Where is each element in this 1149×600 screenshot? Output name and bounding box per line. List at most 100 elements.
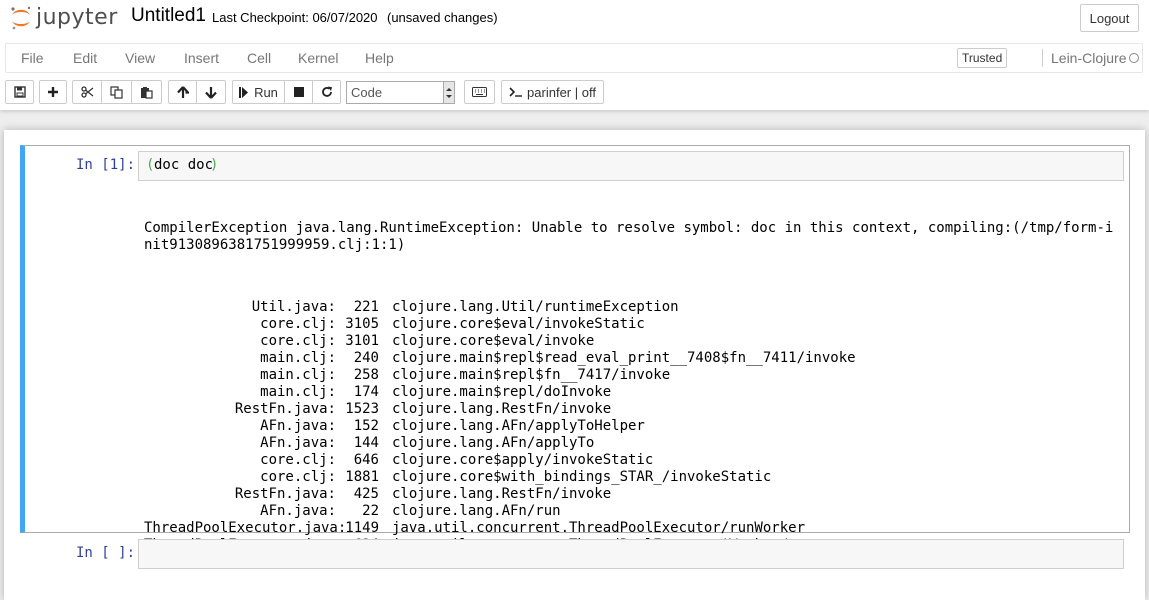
logo-text: jupyter xyxy=(36,4,118,30)
restart-button[interactable] xyxy=(312,80,341,104)
stack-trace-file: core.clj: xyxy=(260,316,336,332)
parinfer-toggle-button[interactable]: parinfer | off xyxy=(501,80,604,104)
kernel-name[interactable]: Lein-Clojure xyxy=(1051,50,1126,66)
insert-cell-button[interactable] xyxy=(39,80,67,104)
stack-trace-file: AFn.java: xyxy=(260,435,336,451)
logout-button[interactable]: Logout xyxy=(1080,4,1139,32)
move-up-button[interactable] xyxy=(168,80,197,104)
paste-button[interactable] xyxy=(131,80,162,104)
arrow-down-icon xyxy=(205,86,217,99)
stack-trace-row: AFn.java: 152 clojure.lang.AFn/applyToHelp… xyxy=(144,418,1124,435)
stack-trace-file: Util.java: xyxy=(251,299,336,315)
menu-help[interactable]: Help xyxy=(365,50,394,66)
stack-trace-method: clojure.main$repl/doInvoke xyxy=(392,384,612,400)
trusted-indicator[interactable]: Trusted xyxy=(957,48,1008,68)
stack-trace-line-number: 174 xyxy=(353,384,379,400)
parinfer-label: parinfer | off xyxy=(527,84,596,100)
stack-trace-row: AFn.java: 22 clojure.lang.AFn/run xyxy=(144,503,1124,520)
stack-trace-row: core.clj: 646 clojure.core$apply/invokeSta… xyxy=(144,452,1124,469)
stack-trace-line-number: 3101 xyxy=(345,333,379,349)
save-button[interactable] xyxy=(5,80,34,104)
last-checkpoint: Last Checkpoint: 06/07/2020 xyxy=(212,10,378,25)
stack-trace-file: AFn.java: xyxy=(260,503,336,519)
menubar: File Edit View Insert Cell Kernel Help T… xyxy=(5,43,1143,73)
stack-trace-file: AFn.java: xyxy=(260,418,336,434)
stack-trace-row: RestFn.java: 425 clojure.lang.RestFn/invok… xyxy=(144,486,1124,503)
stack-trace: Util.java: 221 clojure.lang.Util/runtimeEx… xyxy=(144,299,1124,571)
move-down-button[interactable] xyxy=(196,80,226,104)
cut-icon xyxy=(80,86,93,98)
stack-trace-line-number: 258 xyxy=(353,367,379,383)
stack-trace-file: main.clj: xyxy=(260,367,336,383)
save-icon xyxy=(13,86,26,98)
step-forward-icon xyxy=(239,86,249,98)
stack-trace-row: AFn.java: 144 clojure.lang.AFn/applyTo xyxy=(144,435,1124,452)
jupyter-logo-icon xyxy=(11,6,31,30)
divider xyxy=(1042,49,1043,67)
input-prompt: In [1]: xyxy=(76,157,136,173)
chevron-down-icon xyxy=(443,82,454,103)
menu-kernel[interactable]: Kernel xyxy=(298,50,338,66)
stack-trace-file: core.clj: xyxy=(260,333,336,349)
arrow-up-icon xyxy=(176,85,189,98)
error-message: CompilerException java.lang.RuntimeExcep… xyxy=(144,220,1114,253)
plus-icon xyxy=(48,87,58,97)
stack-trace-method: clojure.lang.AFn/applyToHelper xyxy=(392,418,645,434)
stop-icon xyxy=(293,87,304,97)
stack-trace-row: core.clj: 3101 clojure.core$eval/invoke xyxy=(144,333,1124,350)
cell-output: CompilerException java.lang.RuntimeExcep… xyxy=(144,186,1124,588)
jupyter-logo[interactable]: jupyter xyxy=(9,3,118,33)
menu-insert[interactable]: Insert xyxy=(184,50,219,66)
code-close-paren: ) xyxy=(210,157,219,173)
copy-button[interactable] xyxy=(101,80,132,104)
stack-trace-line-number: 3105 xyxy=(345,316,379,332)
notebook-name[interactable]: Untitled1 xyxy=(131,5,206,27)
stack-trace-line-number: 152 xyxy=(353,418,379,434)
stack-trace-line-number: 646 xyxy=(353,452,379,468)
stack-trace-file: RestFn.java: xyxy=(234,401,336,417)
menu-view[interactable]: View xyxy=(125,50,155,66)
stack-trace-file: core.clj: xyxy=(260,469,336,485)
code-editor[interactable]: ( doc doc ) xyxy=(138,151,1124,181)
stack-trace-file: core.clj: xyxy=(260,452,336,468)
code-text: doc doc xyxy=(154,157,214,173)
stack-trace-row: RestFn.java: 1523 clojure.lang.RestFn/invo… xyxy=(144,401,1124,418)
stack-trace-method: clojure.lang.RestFn/invoke xyxy=(392,401,612,417)
interrupt-button[interactable] xyxy=(284,80,313,104)
header: jupyter Untitled1 Last Checkpoint: 06/07… xyxy=(0,0,1149,110)
stack-trace-method: clojure.main$repl$fn__7417/invoke xyxy=(392,367,671,383)
cut-button[interactable] xyxy=(72,80,102,104)
terminal-icon xyxy=(509,87,523,97)
cell-type-select[interactable]: Code xyxy=(346,81,455,104)
stack-trace-file: RestFn.java: xyxy=(234,486,336,502)
command-palette-button[interactable] xyxy=(464,80,495,104)
menu-edit[interactable]: Edit xyxy=(73,50,97,66)
stack-trace-line-number: 1881 xyxy=(345,469,379,485)
kernel-idle-icon xyxy=(1129,53,1139,63)
run-label: Run xyxy=(254,84,278,100)
stack-trace-line-number: 425 xyxy=(353,486,379,502)
stack-trace-method: clojure.lang.AFn/run xyxy=(392,503,561,519)
copy-icon xyxy=(110,85,123,99)
stack-trace-row: main.clj: 174 clojure.main$repl/doInvoke xyxy=(144,384,1124,401)
menu-cell[interactable]: Cell xyxy=(247,50,271,66)
autosave-status: (unsaved changes) xyxy=(387,10,498,25)
keyboard-icon xyxy=(472,87,487,97)
stack-trace-row: main.clj: 240 clojure.main$repl$read_eval_… xyxy=(144,350,1124,367)
stack-trace-line-number: 144 xyxy=(353,435,379,451)
stack-trace-method: clojure.core$eval/invokeStatic xyxy=(392,316,645,332)
stack-trace-method: clojure.lang.AFn/applyTo xyxy=(392,435,595,451)
code-editor-empty[interactable] xyxy=(138,539,1124,569)
stack-trace-row: Util.java: 221 clojure.lang.Util/runtimeEx… xyxy=(144,299,1124,316)
cell-type-value: Code xyxy=(351,85,383,100)
stack-trace-method: clojure.lang.Util/runtimeException xyxy=(392,299,679,315)
stack-trace-line-number: 221 xyxy=(353,299,379,315)
stack-trace-file: main.clj: xyxy=(260,350,336,366)
run-button[interactable]: Run xyxy=(232,80,285,104)
stack-trace-method: clojure.core$with_bindings_STAR_/invokeS… xyxy=(392,469,772,485)
stack-trace-method: clojure.core$apply/invokeStatic xyxy=(392,452,654,468)
stack-trace-line-number: 1523 xyxy=(345,401,379,417)
stack-trace-row: main.clj: 258 clojure.main$repl$fn__7417/i… xyxy=(144,367,1124,384)
stack-trace-method: clojure.core$eval/invoke xyxy=(392,333,595,349)
menu-file[interactable]: File xyxy=(21,50,44,66)
